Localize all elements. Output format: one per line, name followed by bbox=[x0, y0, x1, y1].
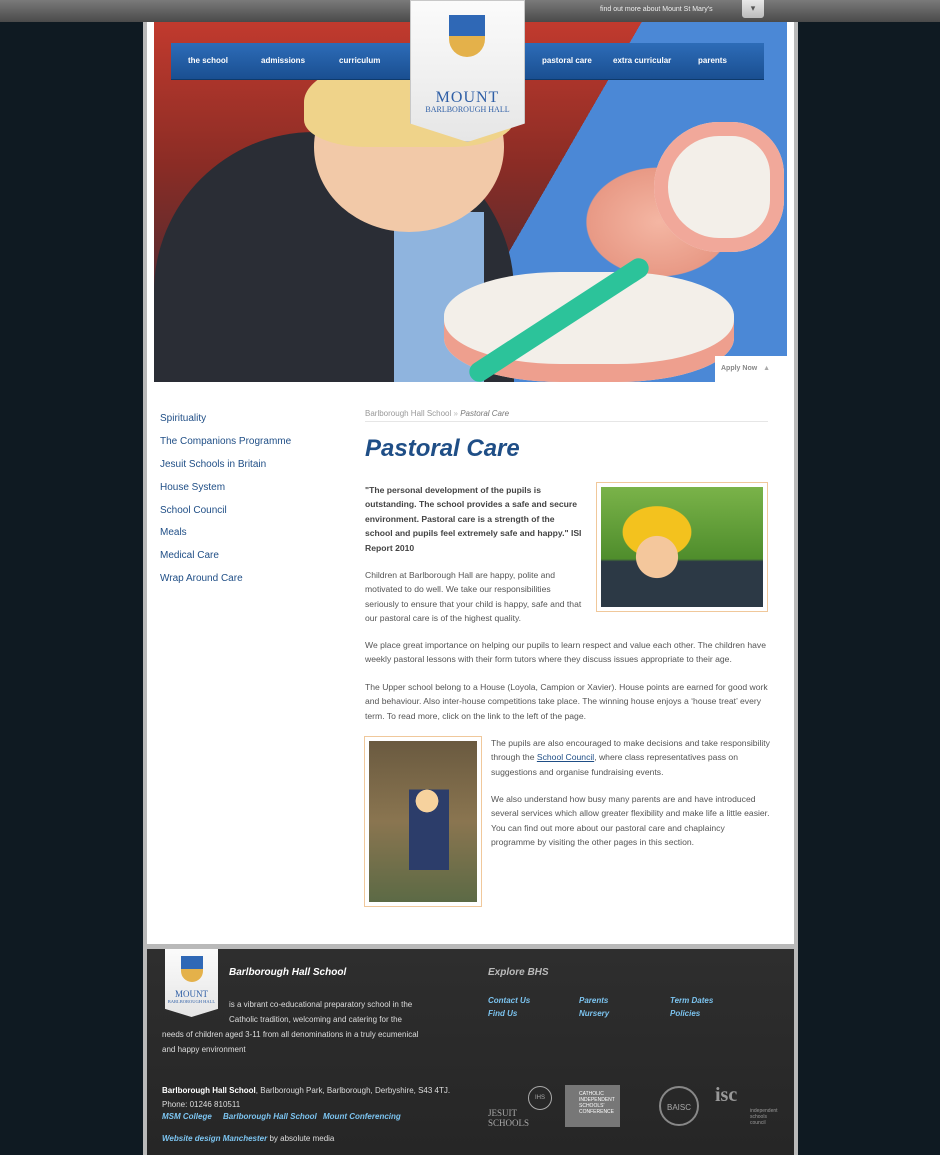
footer-link-policies[interactable]: Policies bbox=[670, 1009, 700, 1018]
footer-link-parents[interactable]: Parents bbox=[579, 996, 608, 1005]
isc-logo[interactable]: isc independent schools council bbox=[715, 1084, 778, 1128]
jesuit-schools-text: JESUIT SCHOOLS bbox=[488, 1108, 530, 1128]
credit-text: by absolute media bbox=[267, 1134, 335, 1143]
photo-pupil-outdoors bbox=[364, 736, 482, 907]
sidebar-item-school-council[interactable]: School Council bbox=[160, 505, 291, 528]
footer-desc-line-2: Catholic tradition, welcoming and cateri… bbox=[229, 1015, 402, 1024]
footer-desc-line-3: needs of children aged 3-11 from all den… bbox=[162, 1030, 419, 1039]
section-sidebar: Spirituality The Companions Programme Je… bbox=[160, 413, 291, 596]
footer-phone: Phone: 01246 810511 bbox=[162, 1100, 241, 1109]
breadcrumb: Barlborough Hall School » Pastoral Care bbox=[365, 409, 768, 422]
footer-address: Barlborough Hall School, Barlborough Par… bbox=[162, 1084, 450, 1112]
shield-icon bbox=[181, 956, 203, 982]
footer-link-nursery[interactable]: Nursery bbox=[579, 1009, 609, 1018]
cisc-logo[interactable]: CATHOLIC INDEPENDENT SCHOOLS' CONFERENCE bbox=[565, 1085, 620, 1127]
nav-pastoral-care[interactable]: pastoral care bbox=[542, 56, 592, 65]
school-council-link[interactable]: School Council bbox=[537, 752, 594, 762]
sidebar-item-companions[interactable]: The Companions Programme bbox=[160, 436, 291, 459]
paragraph-respect: We place great importance on helping our… bbox=[365, 640, 766, 665]
triangle-up-icon: ▲ bbox=[763, 365, 771, 372]
page-title: Pastoral Care bbox=[365, 435, 520, 462]
sidebar-item-medical-care[interactable]: Medical Care bbox=[160, 550, 291, 573]
quote-text: "The personal development of the pupils … bbox=[365, 485, 578, 539]
footer-link-contact-us[interactable]: Contact Us bbox=[488, 996, 530, 1005]
explore-heading: Explore BHS bbox=[488, 967, 549, 978]
chevron-down-icon[interactable]: ▾ bbox=[742, 0, 764, 18]
nav-the-school[interactable]: the school bbox=[188, 56, 228, 65]
footer-link-find-us[interactable]: Find Us bbox=[488, 1009, 517, 1018]
crest-subtitle: BARLBOROUGH HALL bbox=[425, 105, 510, 114]
hero-teeth-model-top bbox=[654, 122, 784, 252]
sidebar-item-house-system[interactable]: House System bbox=[160, 482, 291, 505]
isi-quote: "The personal development of the pupils … bbox=[365, 483, 583, 555]
baisc-logo[interactable]: BAISC bbox=[659, 1086, 699, 1126]
address-school-name: Barlborough Hall School bbox=[162, 1086, 256, 1095]
footer-link-term-dates[interactable]: Term Dates bbox=[670, 996, 713, 1005]
address-text: , Barlborough Park, Barlborough, Derbysh… bbox=[255, 1086, 451, 1095]
apply-now-label: Apply Now bbox=[721, 365, 758, 372]
breadcrumb-current: Pastoral Care bbox=[460, 409, 510, 418]
school-crest-logo[interactable]: MOUNT BARLBOROUGH HALL bbox=[410, 0, 525, 142]
nav-curriculum[interactable]: curriculum bbox=[339, 56, 380, 65]
footer-crest-wordmark: MOUNT bbox=[175, 989, 208, 999]
isc-caption: independent schools council bbox=[750, 1108, 778, 1126]
footer-crest-logo[interactable]: MOUNT BARLBOROUGH HALL bbox=[165, 949, 218, 1017]
sidebar-item-wrap-around-care[interactable]: Wrap Around Care bbox=[160, 573, 291, 596]
nav-parents[interactable]: parents bbox=[698, 56, 727, 65]
footer-crest-subtitle: BARLBOROUGH HALL bbox=[167, 999, 216, 1004]
nav-extra-curricular[interactable]: extra curricular bbox=[613, 56, 671, 65]
sidebar-item-spirituality[interactable]: Spirituality bbox=[160, 413, 291, 436]
sidebar-item-meals[interactable]: Meals bbox=[160, 527, 291, 550]
photo-pupil-helmet bbox=[596, 482, 768, 612]
paragraph-services: We also understand how busy many parents… bbox=[491, 794, 770, 848]
apply-now-button[interactable]: Apply Now ▲ bbox=[715, 356, 787, 382]
breadcrumb-separator: » bbox=[453, 409, 458, 418]
find-more-link[interactable]: find out more about Mount St Mary's bbox=[600, 6, 713, 13]
nav-admissions[interactable]: admissions bbox=[261, 56, 305, 65]
paragraph-houses: The Upper school belong to a House (Loyo… bbox=[365, 682, 768, 721]
footer-school-title: Barlborough Hall School bbox=[229, 967, 347, 978]
footer-credit: Website design Manchester by absolute me… bbox=[162, 1134, 334, 1143]
sidebar-item-jesuit-schools[interactable]: Jesuit Schools in Britain bbox=[160, 459, 291, 482]
footer-link-mount-conferencing[interactable]: Mount Conferencing bbox=[323, 1112, 401, 1121]
breadcrumb-home[interactable]: Barlborough Hall School bbox=[365, 409, 451, 418]
footer-desc-line-4: and happy environment bbox=[162, 1045, 246, 1054]
ihs-sun-icon: IHS bbox=[528, 1086, 552, 1110]
shield-icon bbox=[449, 15, 485, 57]
footer-link-msm-college[interactable]: MSM College bbox=[162, 1112, 212, 1121]
paragraph-school-council: The pupils are also encouraged to make d… bbox=[491, 736, 771, 779]
footer-link-barlborough[interactable]: Barlborough Hall School bbox=[223, 1112, 317, 1121]
jesuit-schools-logo[interactable]: IHS JESUIT SCHOOLS bbox=[488, 1086, 556, 1130]
isc-letters: isc bbox=[715, 1084, 738, 1106]
footer-desc-line-1: is a vibrant co-educational preparatory … bbox=[229, 1000, 413, 1009]
website-design-link[interactable]: Website design Manchester bbox=[162, 1134, 267, 1143]
paragraph-intro: Children at Barlborough Hall are happy, … bbox=[365, 570, 582, 624]
